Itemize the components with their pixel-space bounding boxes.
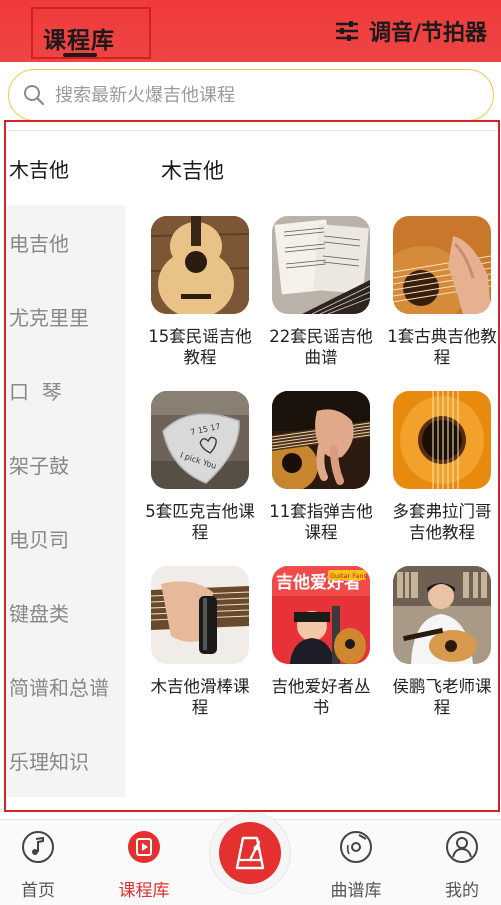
course-caption: 15套民谣吉他教程: [148, 327, 252, 367]
classical-guitar-image: [393, 216, 491, 314]
tuner-metronome-button[interactable]: 调音/节拍器: [335, 17, 487, 46]
search-box[interactable]: [8, 69, 494, 121]
acoustic-guitar-image: [151, 216, 249, 314]
category-title: 木吉他: [161, 159, 224, 183]
course-caption: 侯鹏飞老师课程: [392, 677, 492, 717]
course-caption: 吉他爱好者丛书: [271, 677, 371, 717]
nav-label: 曲谱库: [330, 881, 382, 901]
teacher-photo-image: [393, 566, 491, 664]
course-caption: 1套古典吉他教程: [387, 327, 497, 367]
search-input[interactable]: [55, 84, 455, 106]
course-card[interactable]: 15套民谣吉他教程: [140, 216, 260, 368]
course-library-icon: [128, 831, 160, 863]
nav-label: 首页: [21, 881, 55, 901]
course-card[interactable]: 木吉他滑棒课程: [140, 566, 260, 718]
metronome-button-circle: [219, 822, 281, 884]
nav-home[interactable]: 首页: [0, 830, 78, 901]
course-card[interactable]: 7 15 17 I pick You 5套匹克吉他课程: [140, 391, 260, 543]
sidebar-item-drums[interactable]: 架子鼓: [6, 427, 125, 501]
sidebar-item-acoustic-guitar[interactable]: 木吉他: [6, 131, 125, 205]
course-grid-area: 木吉他 15套民谣吉他教程 22套民谣吉他曲谱 1套古典吉他教程 7 15 17…: [125, 131, 498, 810]
sidebar-item-notation[interactable]: 简谱和总谱: [6, 649, 125, 723]
course-card[interactable]: 吉他爱好者 Guitar Fans 吉他爱好者丛书: [261, 566, 381, 718]
sheet-music-image: [272, 216, 370, 314]
metronome-button[interactable]: [209, 812, 291, 894]
search-bar-container: [0, 62, 501, 124]
sidebar-item-label: 电吉他: [9, 231, 69, 256]
course-caption: 5套匹克吉他课程: [145, 502, 255, 542]
top-header: 课程库 调音/节拍器: [0, 0, 501, 62]
nav-profile[interactable]: 我的: [422, 830, 501, 901]
book-cover-badge: Guitar Fans: [330, 572, 367, 580]
sliders-icon: [335, 21, 358, 41]
course-card[interactable]: 1套古典吉他教程: [382, 216, 498, 368]
bottom-navigation: 首页 课程库 曲谱库 我的: [0, 812, 501, 905]
sidebar-item-label: 木吉他: [9, 157, 69, 182]
sidebar-item-label: 架子鼓: [9, 453, 69, 478]
sidebar-item-ukulele[interactable]: 尤克里里: [6, 279, 125, 353]
sidebar-item-electric-bass[interactable]: 电贝司: [6, 501, 125, 575]
category-sidebar: 木吉他 电吉他 尤克里里 口 琴 架子鼓 电贝司 键盘类 简谱和总谱 乐理知识: [6, 131, 125, 810]
search-icon: [24, 85, 45, 106]
sidebar-item-label: 乐理知识: [9, 749, 89, 774]
guitar-pick-image: 7 15 17 I pick You: [151, 391, 249, 489]
nav-sheet-library[interactable]: 曲谱库: [316, 830, 396, 901]
book-cover-image: 吉他爱好者 Guitar Fans: [272, 566, 370, 664]
nav-course-library[interactable]: 课程库: [104, 830, 184, 901]
sidebar-item-label: 口 琴: [9, 379, 62, 404]
course-caption: 木吉他滑棒课程: [150, 677, 250, 717]
course-card[interactable]: 多套弗拉门哥吉他教程: [382, 391, 498, 543]
course-caption: 多套弗拉门哥吉他教程: [392, 502, 492, 542]
course-card[interactable]: 22套民谣吉他曲谱: [261, 216, 381, 368]
sidebar-item-music-theory[interactable]: 乐理知识: [6, 723, 125, 797]
sidebar-item-label: 电贝司: [9, 527, 69, 552]
flamenco-guitar-image: [393, 391, 491, 489]
course-category-panel: 木吉他 电吉他 尤克里里 口 琴 架子鼓 电贝司 键盘类 简谱和总谱 乐理知识 …: [4, 120, 500, 812]
sidebar-item-keyboard[interactable]: 键盘类: [6, 575, 125, 649]
sidebar-item-harmonica[interactable]: 口 琴: [6, 353, 125, 427]
course-caption: 22套民谣吉他曲谱: [269, 327, 373, 367]
nav-label: 课程库: [118, 881, 170, 901]
user-icon: [446, 831, 478, 863]
sidebar-item-electric-guitar[interactable]: 电吉他: [6, 205, 125, 279]
fingerstyle-image: [272, 391, 370, 489]
music-disc-icon: [340, 831, 372, 863]
course-card[interactable]: 11套指弹吉他课程: [261, 391, 381, 543]
tab-course-library-label: 课程库: [43, 28, 115, 54]
tab-indicator: [63, 53, 97, 57]
sidebar-item-label: 键盘类: [9, 601, 69, 626]
course-card[interactable]: 侯鹏飞老师课程: [382, 566, 498, 718]
metronome-icon: [235, 836, 265, 870]
tuner-metronome-label: 调音/节拍器: [368, 21, 487, 46]
music-note-icon: [22, 831, 54, 863]
course-caption: 11套指弹吉他课程: [269, 502, 373, 542]
sidebar-item-label: 简谱和总谱: [9, 675, 109, 700]
tab-course-library[interactable]: 课程库: [31, 7, 151, 59]
slide-guitar-image: [151, 566, 249, 664]
nav-label: 我的: [445, 881, 479, 901]
sidebar-item-label: 尤克里里: [9, 305, 89, 330]
